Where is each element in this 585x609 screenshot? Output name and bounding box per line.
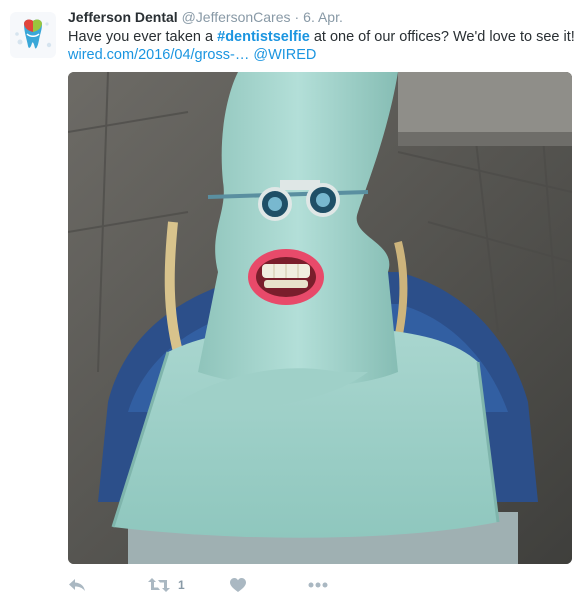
tweet-text-after: at one of our offices? We'd love to see … — [309, 29, 575, 45]
url-link[interactable]: wired.com/2016/04/gross-… — [68, 47, 249, 63]
retweet-count: 1 — [178, 578, 185, 592]
mention-link[interactable]: @WIRED — [253, 47, 316, 63]
like-button[interactable] — [230, 574, 246, 596]
retweet-button[interactable]: 1 — [148, 574, 185, 596]
tweet-text: Have you ever taken a #dentistselfie at … — [68, 27, 578, 47]
author-name[interactable]: Jefferson Dental — [68, 9, 178, 25]
author-handle[interactable]: @JeffersonCares — [182, 9, 291, 25]
tweet-header: Jefferson Dental @JeffersonCares · 6. Apr. — [68, 8, 343, 28]
tooth-logo-icon — [15, 19, 52, 49]
tweet-links: wired.com/2016/04/gross-… @WIRED — [68, 45, 316, 65]
reply-button[interactable] — [68, 574, 86, 596]
tweet-media-image[interactable] — [68, 72, 572, 564]
dentist-selfie-photo-icon — [68, 72, 572, 564]
tweet-text-before: Have you ever taken a — [68, 29, 218, 45]
tweet-actions: 1 — [68, 574, 368, 598]
separator-dot: · — [294, 9, 300, 25]
reply-icon — [69, 579, 85, 591]
author-avatar[interactable] — [10, 12, 56, 58]
tweet: Jefferson Dental @JeffersonCares · 6. Apr.… — [0, 0, 585, 609]
tweet-date[interactable]: 6. Apr. — [303, 9, 343, 25]
hashtag-link[interactable]: #dentistselfie — [217, 29, 310, 45]
more-icon — [308, 582, 328, 588]
heart-icon — [230, 577, 246, 592]
retweet-icon — [148, 578, 170, 592]
more-button[interactable] — [308, 574, 328, 596]
